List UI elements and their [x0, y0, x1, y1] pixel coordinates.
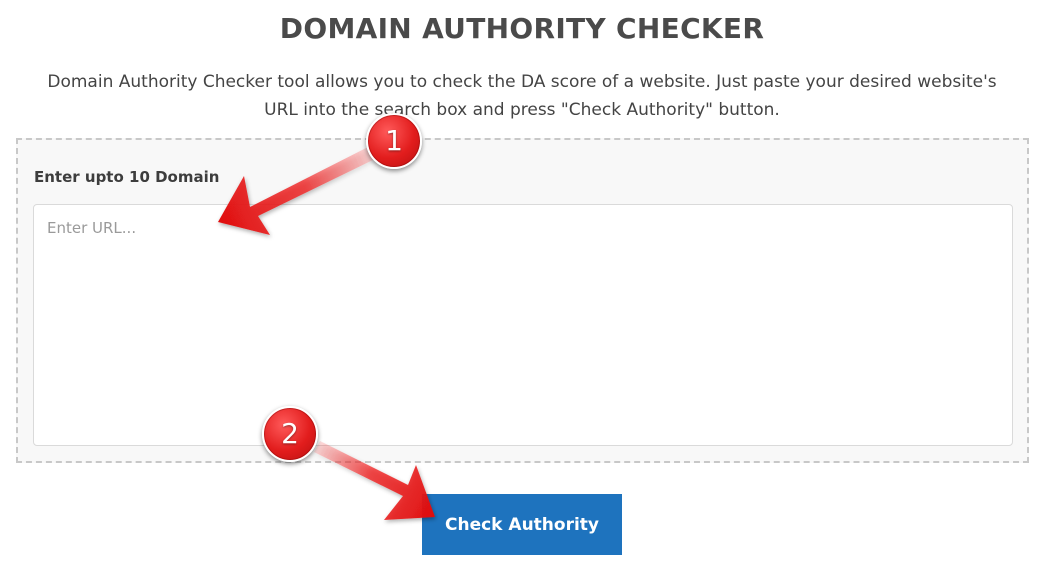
- step-1-badge: 1: [366, 113, 422, 169]
- page-title: DOMAIN AUTHORITY CHECKER: [279, 12, 765, 45]
- domain-input-panel: Enter upto 10 Domain: [16, 138, 1029, 463]
- step-2-badge: 2: [262, 406, 318, 462]
- check-authority-button[interactable]: Check Authority: [422, 494, 622, 555]
- page-description: Domain Authority Checker tool allows you…: [47, 72, 997, 120]
- url-textarea[interactable]: [33, 204, 1013, 446]
- domain-input-label: Enter upto 10 Domain: [34, 168, 220, 186]
